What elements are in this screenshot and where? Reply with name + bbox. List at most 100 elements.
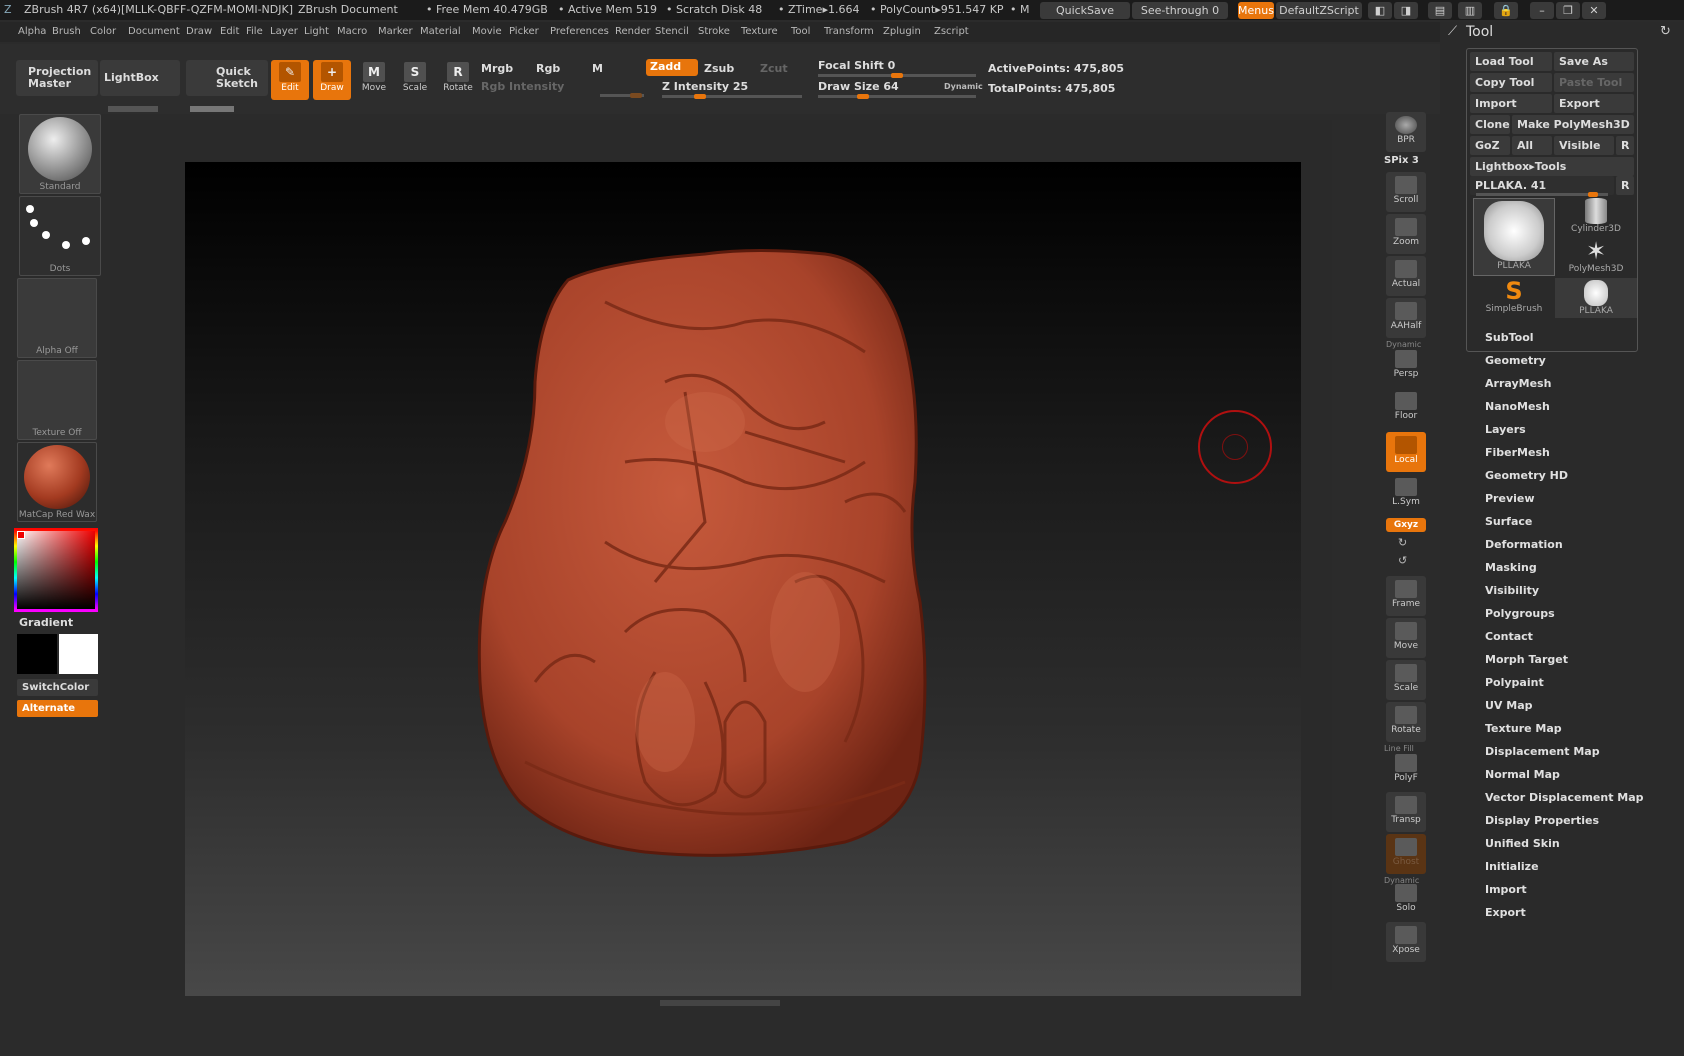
lightbox-tools-button[interactable]: Lightbox▸Tools — [1470, 157, 1634, 176]
section-morph-target[interactable]: Morph Target — [1485, 653, 1568, 666]
color-picker[interactable] — [14, 528, 98, 612]
menu-render[interactable]: Render — [615, 26, 651, 37]
material-thumbnail[interactable]: MatCap Red Wax — [17, 442, 97, 522]
stroke-thumbnail[interactable]: Dots — [19, 196, 101, 276]
minimize-icon[interactable]: – — [1530, 2, 1554, 19]
menu-file[interactable]: File — [246, 26, 263, 37]
menu-zplugin[interactable]: Zplugin — [883, 26, 921, 37]
bpr-button[interactable]: BPR — [1386, 112, 1426, 152]
section-polygroups[interactable]: Polygroups — [1485, 607, 1555, 620]
solo-button[interactable]: Solo — [1386, 880, 1426, 920]
menu-brush[interactable]: Brush — [52, 26, 81, 37]
section-contact[interactable]: Contact — [1485, 630, 1533, 643]
lock-icon[interactable]: 🔒 — [1494, 2, 1518, 19]
zoom-button[interactable]: Zoom — [1386, 214, 1426, 254]
see-through-slider[interactable]: See-through 0 — [1132, 2, 1228, 19]
color-picker-marker[interactable] — [17, 531, 25, 539]
goz-button[interactable]: GoZ — [1470, 136, 1510, 155]
rgb-intensity-slider[interactable]: Rgb Intensity — [481, 80, 564, 93]
local-button[interactable]: Local — [1386, 432, 1426, 472]
copy-tool-button[interactable]: Copy Tool — [1470, 73, 1552, 92]
switch-color-button[interactable]: SwitchColor — [17, 679, 98, 696]
bottom-scroll-indicator[interactable] — [660, 1000, 780, 1006]
xpose-button[interactable]: Xpose — [1386, 922, 1426, 962]
alternate-button[interactable]: Alternate — [17, 700, 98, 717]
tool-thumb-polymesh[interactable]: ✶ PolyMesh3D — [1555, 238, 1637, 278]
scale-mode-button[interactable]: S Scale — [396, 60, 434, 100]
save-as-button[interactable]: Save As — [1554, 52, 1634, 71]
lsym-button[interactable]: L.Sym — [1386, 474, 1426, 514]
section-geometry-hd[interactable]: Geometry HD — [1485, 469, 1568, 482]
rotate-mode-button[interactable]: R Rotate — [439, 60, 477, 100]
ghost-button[interactable]: Ghost — [1386, 834, 1426, 874]
tool-thumb-pllaka-active[interactable]: PLLAKA — [1473, 198, 1555, 276]
section-arraymesh[interactable]: ArrayMesh — [1485, 377, 1551, 390]
current-tool-r-button[interactable]: R — [1616, 176, 1634, 195]
frame-button[interactable]: Frame — [1386, 576, 1426, 616]
section-subtool[interactable]: SubTool — [1485, 331, 1534, 344]
gradient-label[interactable]: Gradient — [19, 616, 73, 629]
edit-mode-button[interactable]: ✎ Edit — [271, 60, 309, 100]
z-intensity-track[interactable] — [662, 94, 802, 99]
menu-draw[interactable]: Draw — [186, 26, 212, 37]
close-icon[interactable]: ✕ — [1582, 2, 1606, 19]
floor-button[interactable]: Floor — [1386, 388, 1426, 428]
palette-store-icon[interactable]: ▥ — [1458, 2, 1482, 19]
menu-stroke[interactable]: Stroke — [698, 26, 730, 37]
import-tool-button[interactable]: Import — [1470, 94, 1552, 113]
menu-edit[interactable]: Edit — [220, 26, 239, 37]
rgb-intensity-track[interactable] — [600, 93, 644, 98]
section-visibility[interactable]: Visibility — [1485, 584, 1539, 597]
section-vector-displacement-map[interactable]: Vector Displacement Map — [1485, 791, 1644, 804]
relief-model[interactable] — [185, 162, 1301, 996]
m-button[interactable]: M — [592, 62, 603, 75]
tool-thumb-pllaka[interactable]: PLLAKA — [1555, 278, 1637, 318]
scroll-thumb[interactable] — [190, 106, 234, 112]
restore-icon[interactable]: ❐ — [1556, 2, 1580, 19]
goz-visible-button[interactable]: Visible — [1554, 136, 1614, 155]
menu-tool[interactable]: Tool — [791, 26, 810, 37]
zcut-button[interactable]: Zcut — [760, 62, 788, 75]
section-geometry[interactable]: Geometry — [1485, 354, 1546, 367]
export-tool-button[interactable]: Export — [1554, 94, 1634, 113]
polyf-button[interactable]: PolyF — [1386, 750, 1426, 790]
rotate-z-icon[interactable]: ↺ — [1398, 554, 1407, 567]
transp-button[interactable]: Transp — [1386, 792, 1426, 832]
tool-thumb-simplebrush[interactable]: S SimpleBrush — [1473, 278, 1555, 318]
main-color-swatch[interactable] — [17, 634, 57, 674]
menu-movie[interactable]: Movie — [472, 26, 502, 37]
section-layers[interactable]: Layers — [1485, 423, 1526, 436]
rotate-view-button[interactable]: Rotate — [1386, 702, 1426, 742]
move-view-button[interactable]: Move — [1386, 618, 1426, 658]
section-export[interactable]: Export — [1485, 906, 1526, 919]
load-tool-button[interactable]: Load Tool — [1470, 52, 1552, 71]
make-polymesh-button[interactable]: Make PolyMesh3D — [1512, 115, 1634, 134]
dynamic-toggle[interactable]: Dynamic — [944, 82, 983, 91]
section-polypaint[interactable]: Polypaint — [1485, 676, 1544, 689]
rgb-button[interactable]: Rgb — [536, 62, 560, 75]
zsub-button[interactable]: Zsub — [704, 62, 734, 75]
brush-thumbnail[interactable]: Standard — [19, 114, 101, 194]
persp-button[interactable]: Persp — [1386, 346, 1426, 386]
section-import[interactable]: Import — [1485, 883, 1527, 896]
draw-size-track[interactable] — [818, 94, 976, 99]
goz-r-button[interactable]: R — [1616, 136, 1634, 155]
xyz-button[interactable]: Gxyz — [1386, 518, 1426, 532]
secondary-color-swatch[interactable] — [59, 634, 98, 674]
default-zscript-button[interactable]: DefaultZScript — [1276, 2, 1362, 19]
layout-left-icon[interactable]: ◧ — [1368, 2, 1392, 19]
goz-all-button[interactable]: All — [1512, 136, 1552, 155]
section-masking[interactable]: Masking — [1485, 561, 1537, 574]
menu-layer[interactable]: Layer — [270, 26, 298, 37]
texture-thumbnail[interactable]: Texture Off — [17, 360, 97, 440]
menu-light[interactable]: Light — [304, 26, 329, 37]
section-preview[interactable]: Preview — [1485, 492, 1535, 505]
section-texture-map[interactable]: Texture Map — [1485, 722, 1562, 735]
section-deformation[interactable]: Deformation — [1485, 538, 1563, 551]
palette-icon[interactable]: ▤ — [1428, 2, 1452, 19]
section-nanomesh[interactable]: NanoMesh — [1485, 400, 1550, 413]
menu-color[interactable]: Color — [90, 26, 116, 37]
lightbox-button[interactable]: LightBox — [100, 60, 180, 96]
projection-master-button[interactable]: Projection Master — [16, 60, 98, 96]
section-initialize[interactable]: Initialize — [1485, 860, 1539, 873]
